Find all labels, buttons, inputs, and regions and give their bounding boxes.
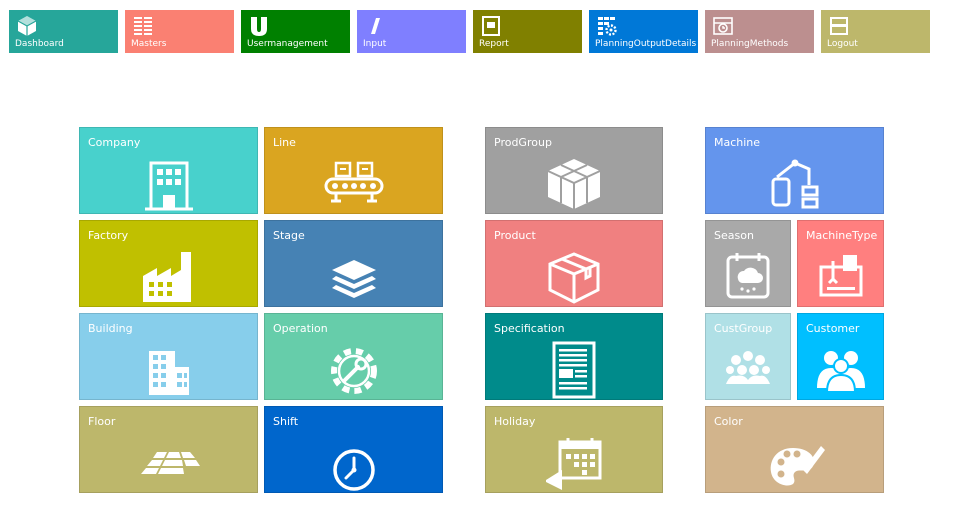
tile-operation-label: Operation xyxy=(273,322,328,335)
calendar-megaphone-icon xyxy=(542,430,606,494)
tile-season[interactable]: Season xyxy=(705,220,791,307)
palette-icon xyxy=(763,430,827,494)
tile-floor[interactable]: Floor xyxy=(79,406,258,493)
top-navigation: Dashboard Masters Usermanagement Input R… xyxy=(0,0,960,60)
report-icon xyxy=(480,15,502,37)
tile-season-label: Season xyxy=(714,229,754,242)
tile-floor-label: Floor xyxy=(88,415,116,428)
tile-specification[interactable]: Specification xyxy=(485,313,663,400)
tile-company-label: Company xyxy=(88,136,141,149)
nav-report-button[interactable]: Report xyxy=(473,10,582,53)
tile-building-label: Building xyxy=(88,322,133,335)
tile-shift-label: Shift xyxy=(273,415,299,428)
user-u-icon xyxy=(248,15,270,37)
boxes-icon xyxy=(542,151,606,215)
tile-machine[interactable]: Machine xyxy=(705,127,884,214)
tile-factory[interactable]: Factory xyxy=(79,220,258,307)
tile-specification-label: Specification xyxy=(494,322,565,335)
package-box-icon xyxy=(542,244,606,308)
nav-planningmethods-button[interactable]: PlanningMethods xyxy=(705,10,814,53)
tile-shift[interactable]: Shift xyxy=(264,406,443,493)
nav-masters-label: Masters xyxy=(131,39,167,49)
nav-logout-label: Logout xyxy=(827,39,858,49)
document-icon xyxy=(542,337,606,401)
tile-machine-label: Machine xyxy=(714,136,761,149)
nav-logout-button[interactable]: Logout xyxy=(821,10,930,53)
tile-holiday-label: Holiday xyxy=(494,415,536,428)
tile-stage-label: Stage xyxy=(273,229,305,242)
tile-product[interactable]: Product xyxy=(485,220,663,307)
tile-custgroup[interactable]: CustGroup xyxy=(705,313,791,400)
nav-planningmethods-label: PlanningMethods xyxy=(711,39,789,49)
factory-icon xyxy=(137,244,201,308)
office-building-icon xyxy=(137,151,201,215)
logout-icon xyxy=(828,15,850,37)
clock-icon xyxy=(322,430,386,494)
tile-color[interactable]: Color xyxy=(705,406,884,493)
weather-calendar-icon xyxy=(722,249,774,301)
crowd-icon xyxy=(722,342,774,394)
nav-dashboard-button[interactable]: Dashboard xyxy=(9,10,118,53)
masters-grid-icon xyxy=(132,15,154,37)
tile-company[interactable]: Company xyxy=(79,127,258,214)
city-building-icon xyxy=(137,337,201,401)
cube-icon xyxy=(16,15,38,37)
nav-planningoutputdetails-label: PlanningOutputDetails xyxy=(595,39,697,49)
tile-holiday[interactable]: Holiday xyxy=(485,406,663,493)
tile-line[interactable]: Line xyxy=(264,127,443,214)
nav-usermanagement-label: Usermanagement xyxy=(247,39,328,49)
customers-icon xyxy=(815,342,867,394)
tile-line-label: Line xyxy=(273,136,296,149)
tile-color-label: Color xyxy=(714,415,743,428)
tile-machinetype-label: MachineType xyxy=(806,229,878,242)
nav-input-button[interactable]: Input xyxy=(357,10,466,53)
floor-tiles-icon xyxy=(137,430,201,494)
input-cursor-icon xyxy=(364,15,386,37)
nav-masters-button[interactable]: Masters xyxy=(125,10,234,53)
machine-type-icon xyxy=(815,249,867,301)
nav-report-label: Report xyxy=(479,39,509,49)
tile-customer[interactable]: Customer xyxy=(797,313,884,400)
robot-arm-icon xyxy=(763,151,827,215)
planning-methods-icon xyxy=(712,15,734,37)
conveyor-belt-icon xyxy=(322,151,386,215)
layers-icon xyxy=(322,244,386,308)
nav-dashboard-label: Dashboard xyxy=(15,39,64,49)
tile-stage[interactable]: Stage xyxy=(264,220,443,307)
nav-usermanagement-button[interactable]: Usermanagement xyxy=(241,10,350,53)
tile-factory-label: Factory xyxy=(88,229,129,242)
tile-custgroup-label: CustGroup xyxy=(714,322,773,335)
tile-building[interactable]: Building xyxy=(79,313,258,400)
nav-input-label: Input xyxy=(363,39,387,49)
nav-planningoutputdetails-button[interactable]: PlanningOutputDetails xyxy=(589,10,698,53)
tile-product-label: Product xyxy=(494,229,536,242)
tile-prodgroup-label: ProdGroup xyxy=(494,136,552,149)
tile-operation[interactable]: Operation xyxy=(264,313,443,400)
tile-prodgroup[interactable]: ProdGroup xyxy=(485,127,663,214)
tile-machinetype[interactable]: MachineType xyxy=(797,220,884,307)
wrench-gear-icon xyxy=(322,337,386,401)
tile-customer-label: Customer xyxy=(806,322,860,335)
planning-grid-gear-icon xyxy=(596,15,618,37)
